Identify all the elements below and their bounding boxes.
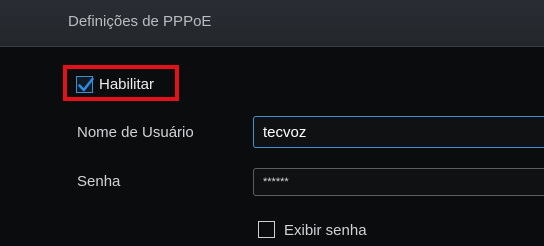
password-label: Senha <box>77 173 121 190</box>
checkmark-icon <box>78 77 94 92</box>
enable-checkbox[interactable] <box>76 76 94 93</box>
username-input[interactable] <box>253 116 544 148</box>
username-label: Nome de Usuário <box>77 124 194 141</box>
pppoe-settings-panel: Definições de PPPoE Habilitar Nome de Us… <box>0 0 544 246</box>
show-password-label[interactable]: Exibir senha <box>284 222 367 239</box>
panel-title: Definições de PPPoE <box>68 13 212 30</box>
password-input[interactable] <box>253 168 544 196</box>
show-password-checkbox[interactable] <box>258 221 275 238</box>
enable-label[interactable]: Habilitar <box>99 76 154 93</box>
panel-header: Definições de PPPoE <box>0 0 544 47</box>
